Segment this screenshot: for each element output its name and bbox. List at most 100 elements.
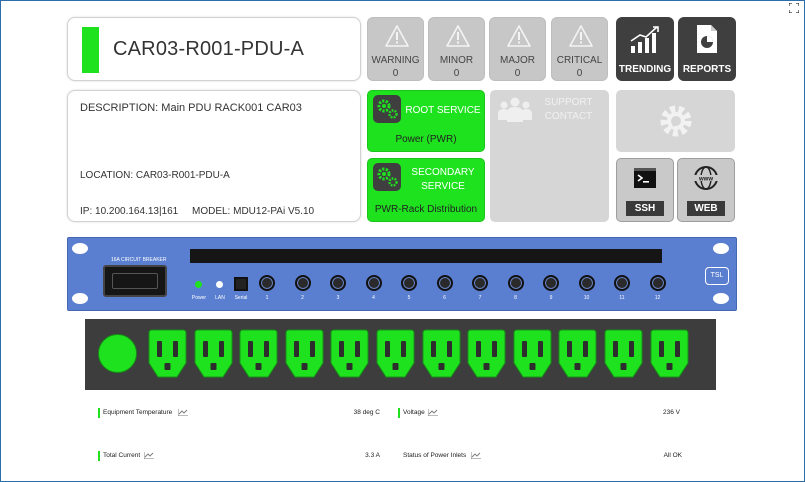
metric-value: 38 deg C bbox=[353, 409, 380, 416]
network-port[interactable] bbox=[578, 275, 595, 291]
page-title: CAR03-R001-PDU-A bbox=[113, 38, 305, 60]
metric-status-bar bbox=[98, 408, 100, 418]
report-document-icon bbox=[697, 25, 717, 53]
location-text: LOCATION: CAR03-R001-PDU-A bbox=[80, 170, 230, 181]
equipment-temperature-metric[interactable]: Equipment Temperature 38 deg C bbox=[98, 407, 380, 419]
network-port[interactable] bbox=[507, 275, 524, 291]
metric-value: All OK bbox=[663, 452, 682, 459]
network-port[interactable] bbox=[472, 275, 488, 291]
outlet-strip bbox=[85, 319, 716, 390]
secondary-service-heading: SECONDARY SERVICE bbox=[411, 167, 475, 192]
network-port[interactable] bbox=[401, 275, 417, 291]
warning-icon bbox=[446, 25, 470, 47]
gears-icon bbox=[377, 167, 398, 187]
power-outlet[interactable] bbox=[513, 329, 552, 378]
network-port[interactable] bbox=[614, 275, 630, 291]
description-text: DESCRIPTION: Main PDU RACK001 CAR03 bbox=[80, 102, 302, 114]
model-text: MODEL: MDU12-PAi V5.10 bbox=[192, 206, 315, 217]
trend-chart-icon[interactable] bbox=[428, 409, 438, 416]
web-button[interactable]: www WEB bbox=[677, 158, 735, 222]
warning-icon bbox=[569, 25, 593, 47]
network-port[interactable] bbox=[330, 275, 346, 291]
port-number-label: 6 bbox=[443, 295, 446, 301]
ssh-label: SSH bbox=[626, 201, 664, 216]
secondary-service-tile[interactable]: SECONDARY SERVICE PWR-Rack Distribution bbox=[367, 158, 485, 222]
lan-led bbox=[216, 281, 223, 288]
power-outlet[interactable] bbox=[148, 329, 187, 378]
ssh-button[interactable]: SSH bbox=[616, 158, 674, 222]
pdu-front-panel: 16A CIRCUIT BREAKER Power LAN Serial 123… bbox=[67, 237, 737, 311]
trend-chart-icon[interactable] bbox=[471, 452, 481, 459]
gear-wrench-icon bbox=[660, 105, 692, 137]
port-number-label: 4 bbox=[372, 295, 375, 301]
service-gear-badge bbox=[373, 163, 401, 191]
power-led bbox=[195, 281, 202, 288]
port-number-label: 10 bbox=[583, 295, 590, 301]
power-outlet[interactable] bbox=[650, 329, 689, 378]
alarm-warning-tile[interactable]: WARNING 0 bbox=[367, 17, 424, 81]
support-contact-label: SUPPORT CONTACT bbox=[544, 97, 593, 122]
terminal-icon bbox=[634, 168, 656, 188]
alarm-major-tile[interactable]: MAJOR 0 bbox=[489, 17, 546, 81]
device-title-card: CAR03-R001-PDU-A bbox=[67, 17, 361, 81]
serial-port bbox=[234, 277, 248, 291]
network-port[interactable] bbox=[543, 275, 559, 291]
network-port[interactable] bbox=[649, 275, 666, 291]
power-outlet[interactable] bbox=[194, 329, 233, 378]
web-label: WEB bbox=[687, 201, 725, 216]
trending-button[interactable]: TRENDING bbox=[616, 17, 674, 81]
port-number-label: 1 bbox=[265, 295, 269, 301]
alarm-count: 0 bbox=[576, 68, 583, 79]
network-port[interactable] bbox=[365, 275, 382, 291]
tools-tile[interactable] bbox=[616, 90, 735, 152]
port-number-label: 7 bbox=[478, 295, 482, 301]
power-outlet[interactable] bbox=[422, 329, 461, 378]
power-outlet[interactable] bbox=[467, 329, 506, 378]
ip-text: IP: 10.200.164.13|161 bbox=[80, 206, 179, 217]
port-number-label: 12 bbox=[654, 295, 661, 301]
service-gear-badge bbox=[373, 95, 401, 123]
svg-text:www: www bbox=[698, 177, 713, 183]
power-outlet[interactable] bbox=[330, 329, 369, 378]
root-service-heading: ROOT SERVICE bbox=[405, 105, 481, 116]
root-service-value: Power (PWR) bbox=[395, 134, 457, 145]
alarm-critical-tile[interactable]: CRITICAL 0 bbox=[551, 17, 608, 81]
alarm-minor-tile[interactable]: MINOR 0 bbox=[428, 17, 485, 81]
power-inlet-status-metric[interactable]: Status of Power Inlets All OK bbox=[398, 450, 682, 462]
network-port[interactable] bbox=[294, 275, 311, 291]
globe-www-icon: www bbox=[693, 166, 719, 190]
port-number-label: 5 bbox=[407, 295, 411, 301]
trending-chart-icon bbox=[630, 26, 659, 53]
power-outlet[interactable] bbox=[604, 329, 643, 378]
brand-logo: TSL bbox=[705, 267, 729, 285]
trending-label: TRENDING bbox=[618, 64, 672, 75]
port-number-label: 11 bbox=[619, 295, 625, 301]
network-port[interactable] bbox=[259, 275, 275, 291]
power-outlet[interactable] bbox=[285, 329, 324, 378]
expand-icon[interactable] bbox=[789, 3, 799, 13]
device-status-indicator bbox=[82, 27, 99, 73]
power-outlet[interactable] bbox=[558, 329, 597, 378]
total-current-metric[interactable]: Total Current 3.3 A bbox=[98, 450, 380, 462]
power-outlet[interactable] bbox=[376, 329, 415, 378]
power-inlet[interactable] bbox=[98, 334, 137, 373]
port-number-label: 3 bbox=[336, 295, 340, 301]
mount-hole bbox=[713, 243, 729, 254]
metric-label: Equipment Temperature bbox=[103, 409, 173, 416]
metric-label: Total Current bbox=[103, 452, 141, 459]
power-outlet[interactable] bbox=[239, 329, 278, 378]
trend-chart-icon[interactable] bbox=[178, 409, 188, 416]
network-port[interactable] bbox=[436, 275, 453, 291]
pdu-display bbox=[190, 249, 662, 263]
reports-button[interactable]: REPORTS bbox=[678, 17, 736, 81]
root-service-tile[interactable]: ROOT SERVICE Power (PWR) bbox=[367, 90, 485, 152]
port-number-label: 8 bbox=[514, 295, 517, 301]
warning-icon bbox=[507, 25, 531, 47]
alarm-count: 0 bbox=[453, 68, 460, 79]
voltage-metric[interactable]: Voltage 236 V bbox=[398, 407, 680, 419]
trend-chart-icon[interactable] bbox=[144, 452, 154, 459]
mount-hole bbox=[72, 243, 88, 254]
metric-label: Voltage bbox=[403, 409, 425, 416]
circuit-breaker bbox=[103, 265, 167, 297]
support-contact-tile[interactable]: SUPPORT CONTACT bbox=[490, 90, 609, 222]
